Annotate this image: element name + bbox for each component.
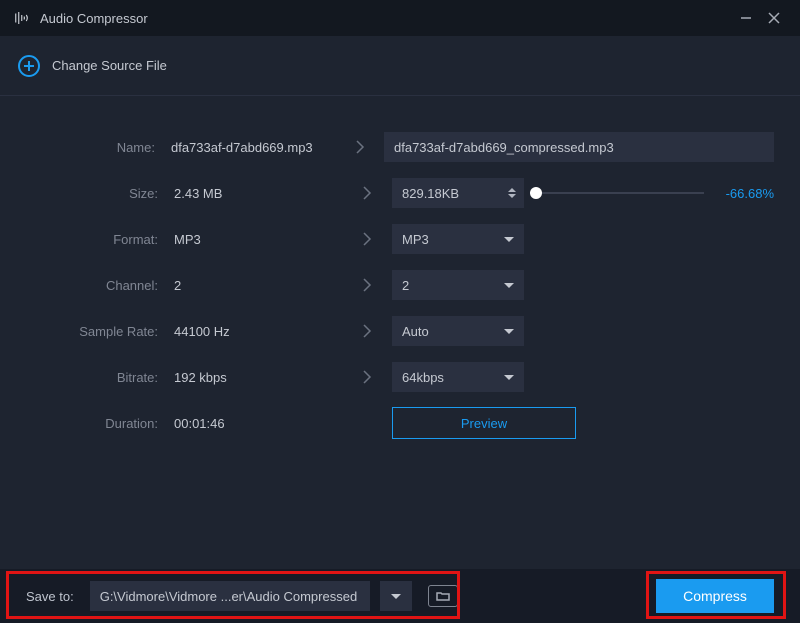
row-size: Size: 2.43 MB -66.68% (26, 170, 774, 216)
arrow-icon (342, 324, 392, 338)
label-duration: Duration: (26, 416, 174, 431)
current-duration: 00:01:46 (174, 416, 342, 431)
chevron-down-icon (391, 594, 401, 599)
change-source-label: Change Source File (52, 58, 167, 73)
arrow-icon (342, 186, 392, 200)
output-name-input[interactable] (384, 132, 774, 162)
current-channel: 2 (174, 278, 342, 293)
browse-folder-button[interactable] (428, 585, 458, 607)
sample-rate-select[interactable]: Auto (392, 316, 524, 346)
arrow-icon (335, 140, 384, 154)
label-format: Format: (26, 232, 174, 247)
channel-select[interactable]: 2 (392, 270, 524, 300)
chevron-down-icon (504, 329, 514, 334)
bitrate-select-value: 64kbps (402, 370, 444, 385)
stepper-up-icon[interactable] (508, 188, 516, 192)
current-name: dfa733af-d7abd669.mp3 (171, 140, 335, 155)
save-path-dropdown[interactable] (380, 581, 412, 611)
save-path-display[interactable]: G:\Vidmore\Vidmore ...er\Audio Compresse… (90, 581, 370, 611)
chevron-down-icon (504, 237, 514, 242)
row-channel: Channel: 2 2 (26, 262, 774, 308)
arrow-icon (342, 278, 392, 292)
app-title: Audio Compressor (40, 11, 148, 26)
chevron-down-icon (504, 283, 514, 288)
footer: Save to: G:\Vidmore\Vidmore ...er\Audio … (0, 569, 800, 623)
settings-form: Name: dfa733af-d7abd669.mp3 Size: 2.43 M… (0, 96, 800, 446)
preview-button-label: Preview (461, 416, 507, 431)
row-sample-rate: Sample Rate: 44100 Hz Auto (26, 308, 774, 354)
arrow-icon (342, 232, 392, 246)
label-name: Name: (26, 140, 171, 155)
change-source-row[interactable]: Change Source File (0, 36, 800, 96)
chevron-down-icon (504, 375, 514, 380)
current-sample-rate: 44100 Hz (174, 324, 342, 339)
app-logo-icon (12, 11, 30, 25)
minimize-button[interactable] (732, 4, 760, 32)
stepper-down-icon[interactable] (508, 194, 516, 198)
row-duration: Duration: 00:01:46 Preview (26, 400, 774, 446)
plus-circle-icon (18, 55, 40, 77)
preview-button[interactable]: Preview (392, 407, 576, 439)
label-sample-rate: Sample Rate: (26, 324, 174, 339)
current-size: 2.43 MB (174, 186, 342, 201)
row-format: Format: MP3 MP3 (26, 216, 774, 262)
stepper-buttons[interactable] (504, 180, 520, 206)
compress-button-label: Compress (683, 588, 747, 604)
titlebar: Audio Compressor (0, 0, 800, 36)
arrow-icon (342, 370, 392, 384)
save-to-label: Save to: (26, 589, 74, 604)
compress-button[interactable]: Compress (656, 579, 774, 613)
sample-rate-select-value: Auto (402, 324, 429, 339)
row-bitrate: Bitrate: 192 kbps 64kbps (26, 354, 774, 400)
output-size-stepper[interactable] (392, 178, 524, 208)
size-slider[interactable] (536, 183, 704, 203)
label-channel: Channel: (26, 278, 174, 293)
label-size: Size: (26, 186, 174, 201)
size-reduction-pct: -66.68% (726, 186, 774, 201)
label-bitrate: Bitrate: (26, 370, 174, 385)
channel-select-value: 2 (402, 278, 409, 293)
current-bitrate: 192 kbps (174, 370, 342, 385)
slider-thumb[interactable] (530, 187, 542, 199)
bitrate-select[interactable]: 64kbps (392, 362, 524, 392)
format-select-value: MP3 (402, 232, 429, 247)
row-name: Name: dfa733af-d7abd669.mp3 (26, 124, 774, 170)
format-select[interactable]: MP3 (392, 224, 524, 254)
close-button[interactable] (760, 4, 788, 32)
current-format: MP3 (174, 232, 342, 247)
